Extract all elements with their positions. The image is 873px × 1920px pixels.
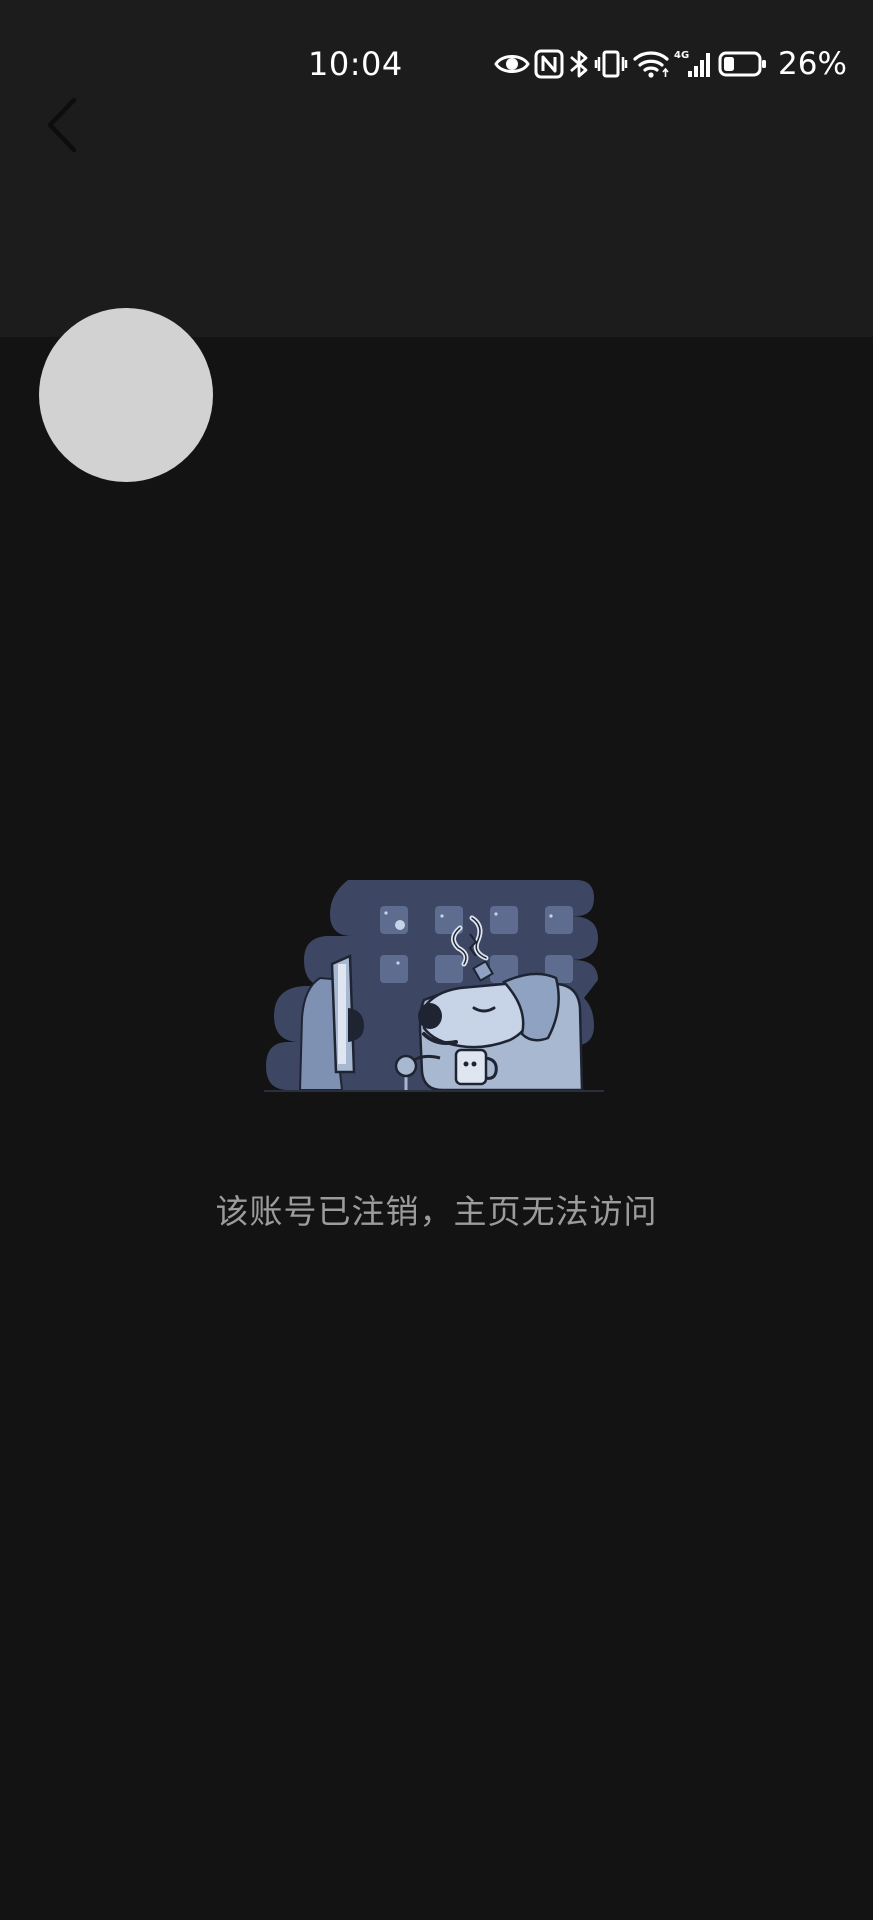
wifi-icon: [633, 51, 669, 78]
battery-percent: 26%: [778, 46, 847, 82]
account-deactivated-message: 该账号已注销，主页无法访问: [215, 1192, 658, 1231]
cellular-signal-icon: 4G: [674, 50, 710, 77]
status-bar: 10:04 4G 26%: [0, 0, 873, 130]
back-button[interactable]: [38, 92, 88, 158]
chevron-left-icon: [47, 97, 77, 153]
avatar: [39, 308, 213, 482]
status-time: 10:04: [308, 45, 403, 83]
bluetooth-icon: [570, 50, 588, 78]
sleepy-dog-at-computer-illustration: [264, 880, 604, 1092]
battery-icon: [718, 51, 766, 77]
battery-fill: [724, 57, 734, 71]
eye-comfort-icon: [494, 55, 530, 73]
nfc-icon: [534, 49, 564, 79]
vibrate-icon: [594, 50, 628, 78]
status-icons: 4G 26%: [494, 44, 847, 84]
network-type-label: 4G: [674, 50, 689, 61]
